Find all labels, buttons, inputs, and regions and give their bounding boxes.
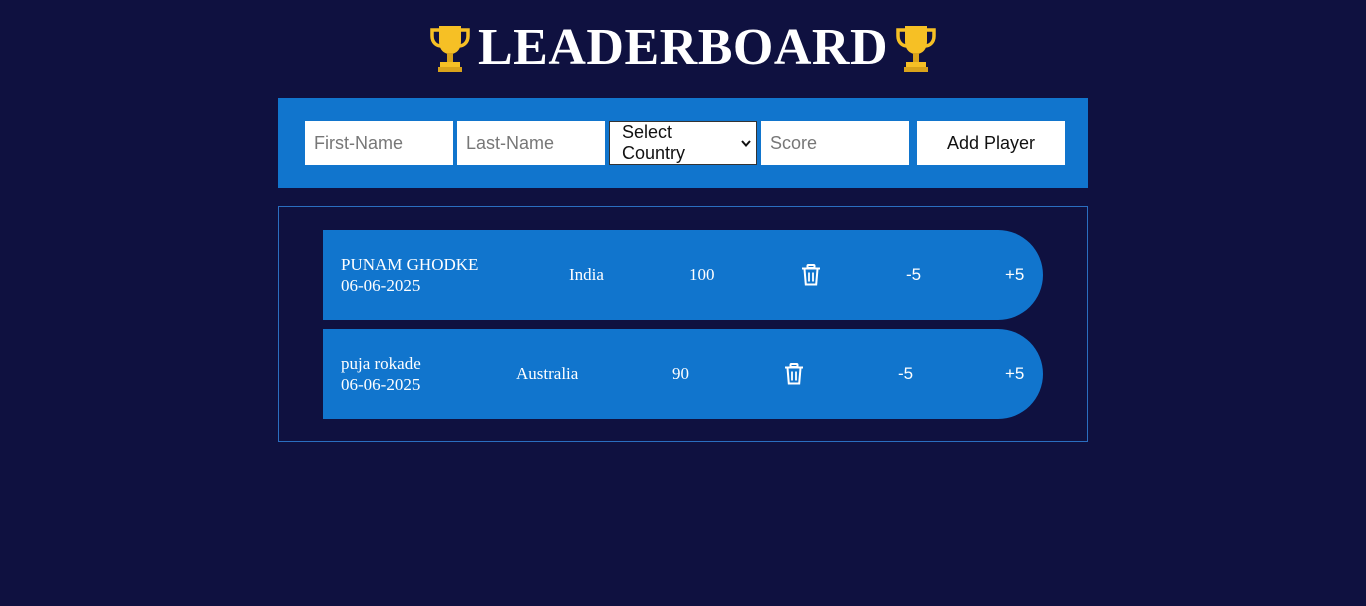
add-player-button[interactable]: Add Player <box>917 121 1065 165</box>
player-name: puja rokade <box>341 354 421 373</box>
delete-player-button[interactable] <box>784 329 804 419</box>
player-score: 100 <box>689 265 715 284</box>
trash-icon <box>785 363 803 385</box>
score-input[interactable] <box>761 121 909 165</box>
page-header: LEADERBOARD <box>0 18 1366 78</box>
player-country: India <box>569 265 604 284</box>
add-player-form: Select Country Add Player <box>278 98 1088 188</box>
leaderboard-list: PUNAM GHODKE 06-06-2025 India 100 -5 +5 … <box>278 206 1088 442</box>
increase-score-button[interactable]: +5 <box>1005 329 1024 419</box>
player-country: Australia <box>516 364 579 383</box>
first-name-input[interactable] <box>305 121 453 165</box>
country-select[interactable]: Select Country <box>609 121 757 165</box>
decrease-score-button[interactable]: -5 <box>906 230 921 320</box>
player-name: PUNAM GHODKE <box>341 255 479 274</box>
player-row: PUNAM GHODKE 06-06-2025 India 100 -5 +5 <box>323 230 1043 320</box>
player-score: 90 <box>672 364 689 383</box>
trophy-icon <box>430 26 470 72</box>
player-date: 06-06-2025 <box>341 276 421 295</box>
trophy-icon <box>896 26 936 72</box>
trash-icon <box>802 264 820 286</box>
player-row: puja rokade 06-06-2025 Australia 90 -5 +… <box>323 329 1043 419</box>
chevron-down-icon <box>741 140 751 148</box>
country-select-value: Select Country <box>622 122 686 163</box>
player-info: puja rokade 06-06-2025 <box>341 329 421 419</box>
increase-score-button[interactable]: +5 <box>1005 230 1024 320</box>
page-title: LEADERBOARD <box>478 19 888 76</box>
player-info: PUNAM GHODKE 06-06-2025 <box>341 230 478 320</box>
delete-player-button[interactable] <box>801 230 821 320</box>
decrease-score-button[interactable]: -5 <box>898 329 913 419</box>
player-date: 06-06-2025 <box>341 375 421 394</box>
last-name-input[interactable] <box>457 121 605 165</box>
